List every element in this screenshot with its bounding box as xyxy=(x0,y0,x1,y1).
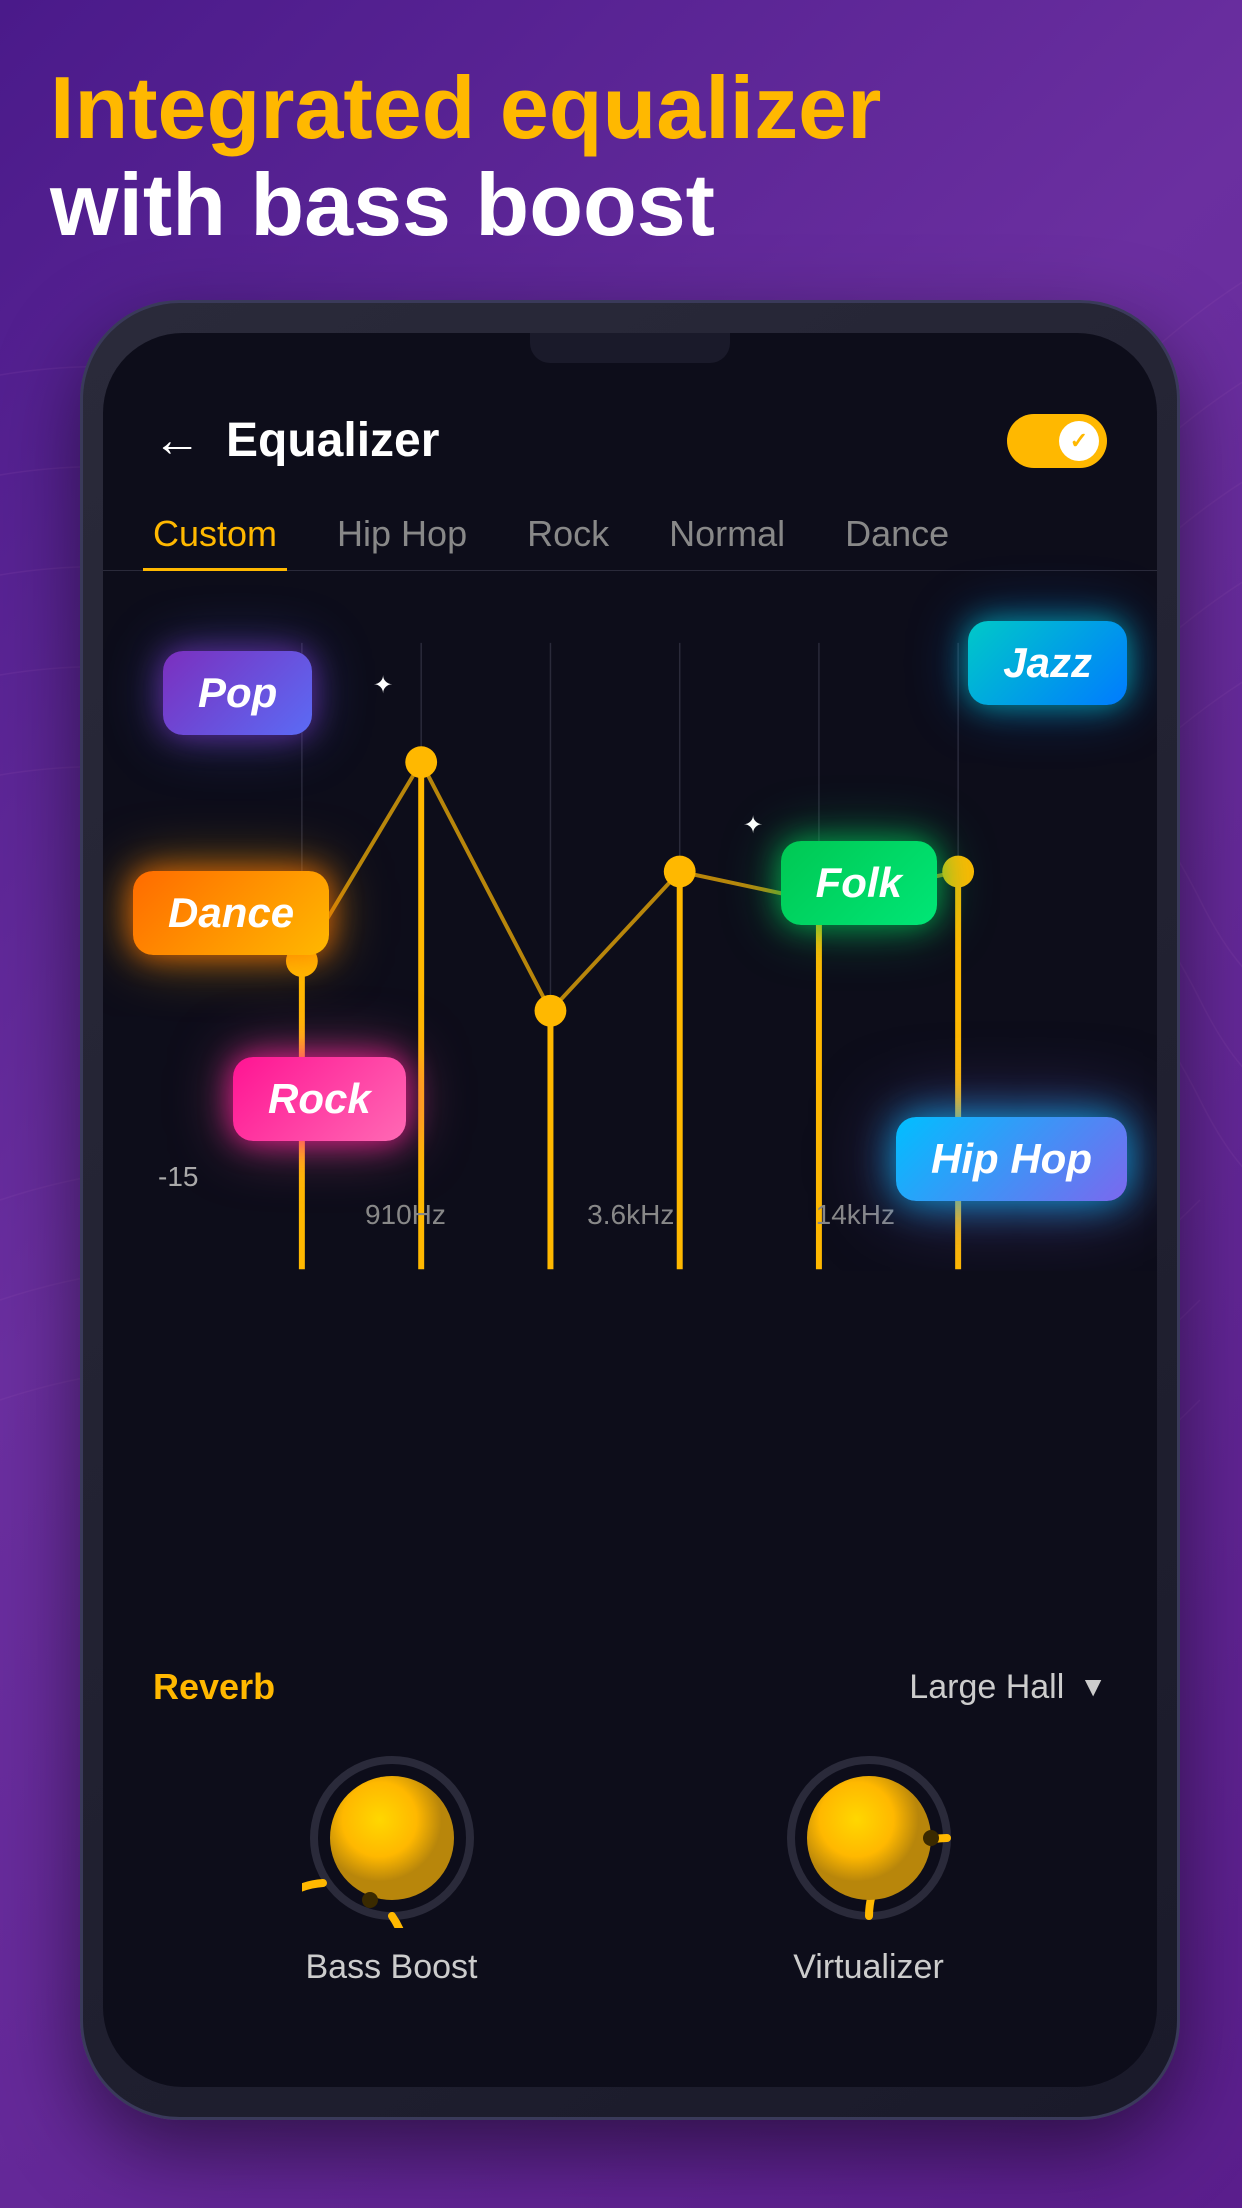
reverb-label: Reverb xyxy=(153,1666,275,1708)
toggle-check-icon: ✓ xyxy=(1070,428,1088,454)
virtualizer-knob-container: Virtualizer xyxy=(779,1748,959,1987)
tabs-container: Custom Hip Hop Rock Normal Dance xyxy=(103,498,1157,571)
virtualizer-knob[interactable] xyxy=(779,1748,959,1928)
reverb-value: Large Hall xyxy=(909,1668,1064,1707)
freq-label-3: 3.6kHz xyxy=(587,1199,674,1231)
tab-normal[interactable]: Normal xyxy=(659,498,795,570)
toggle-switch[interactable]: ✓ xyxy=(1007,414,1107,468)
reverb-dropdown[interactable]: Large Hall ▼ xyxy=(909,1668,1107,1707)
freq-label-4: 14kHz xyxy=(816,1199,895,1231)
badge-jazz[interactable]: Jazz xyxy=(968,621,1127,705)
db-level-label: -15 xyxy=(158,1161,198,1193)
tab-rock[interactable]: Rock xyxy=(517,498,619,570)
freq-label-2: 910Hz xyxy=(365,1199,446,1231)
knobs-row: Bass Boost xyxy=(153,1748,1107,1987)
virtualizer-label: Virtualizer xyxy=(793,1948,944,1987)
header-line1: Integrated equalizer xyxy=(50,60,1192,157)
tab-dance[interactable]: Dance xyxy=(835,498,959,570)
phone-outer: ← Equalizer ✓ Custom Hip Hop Roc xyxy=(80,300,1180,2120)
bass-boost-knob[interactable] xyxy=(302,1748,482,1928)
app-header-left: ← Equalizer xyxy=(153,413,439,468)
bass-boost-label: Bass Boost xyxy=(306,1948,478,1987)
tab-custom[interactable]: Custom xyxy=(143,498,287,570)
toggle-knob: ✓ xyxy=(1059,421,1099,461)
reverb-row: Reverb Large Hall ▼ xyxy=(153,1666,1107,1708)
bass-boost-knob-container: Bass Boost xyxy=(302,1748,482,1987)
badge-dance[interactable]: Dance xyxy=(133,871,329,955)
header-section: Integrated equalizer with bass boost xyxy=(50,60,1192,254)
phone-notch xyxy=(530,333,730,363)
dropdown-arrow-icon: ▼ xyxy=(1079,1671,1107,1703)
bottom-controls: Reverb Large Hall ▼ xyxy=(103,1666,1157,1987)
back-button[interactable]: ← xyxy=(153,413,201,468)
badge-hiphop[interactable]: Hip Hop xyxy=(896,1117,1127,1201)
freq-labels: 910Hz 3.6kHz 14kHz xyxy=(103,1199,1157,1231)
badge-rock[interactable]: Rock xyxy=(233,1057,406,1141)
badge-pop[interactable]: Pop xyxy=(163,651,312,735)
badge-folk[interactable]: Folk xyxy=(781,841,937,925)
phone-screen: ← Equalizer ✓ Custom Hip Hop Roc xyxy=(103,333,1157,2087)
app-title: Equalizer xyxy=(226,413,439,468)
header-line2: with bass boost xyxy=(50,157,1192,254)
eq-area: -15 910Hz 3.6kHz 14kHz Pop Jazz Dan xyxy=(103,591,1157,1341)
tab-hiphop[interactable]: Hip Hop xyxy=(327,498,477,570)
phone-container: ← Equalizer ✓ Custom Hip Hop Roc xyxy=(80,300,1212,2148)
